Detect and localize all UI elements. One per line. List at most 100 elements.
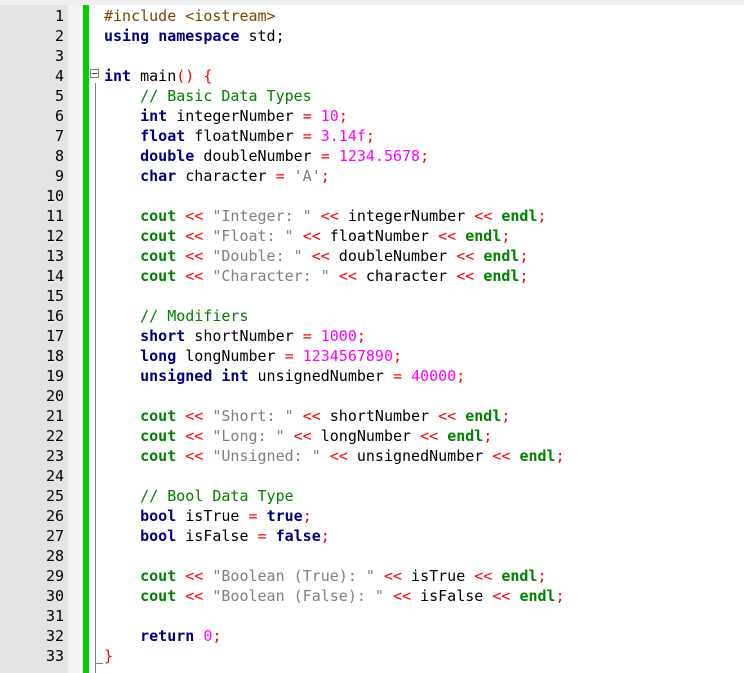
code-token: "Unsigned: " — [212, 447, 321, 465]
code-line[interactable]: 15 — [0, 286, 744, 306]
code-line[interactable]: 19 unsigned int unsignedNumber = 40000; — [0, 366, 744, 386]
line-code[interactable]: cout << "Boolean (True): " << isTrue << … — [104, 566, 546, 586]
line-code[interactable]: } — [104, 646, 113, 666]
code-token: longNumber — [176, 347, 285, 365]
code-token: "Long: " — [212, 427, 285, 445]
line-code[interactable]: #include <iostream> — [104, 6, 276, 26]
code-token: { — [194, 67, 213, 85]
code-line[interactable]: 33} — [0, 646, 744, 666]
line-code[interactable]: char character = 'A'; — [104, 166, 330, 186]
code-line[interactable]: 25 // Bool Data Type — [0, 486, 744, 506]
code-token: std — [239, 27, 276, 45]
code-token: cout — [140, 567, 177, 585]
code-line[interactable]: 30 cout << "Boolean (False): " << isFals… — [0, 586, 744, 606]
code-line[interactable]: 2 using namespace std; — [0, 26, 744, 46]
code-editor[interactable]: 1 #include <iostream> 2 using namespace std… — [0, 0, 744, 673]
code-token: 1234567890 — [302, 347, 393, 365]
line-code[interactable]: return 0; — [104, 626, 221, 646]
code-line[interactable]: 17 short shortNumber = 1000; — [0, 326, 744, 346]
code-line[interactable]: 4 int main() { — [0, 66, 744, 86]
code-line[interactable]: 14 cout << "Character: " << character <<… — [0, 266, 744, 286]
code-line[interactable]: 11 cout << "Integer: " << integerNumber … — [0, 206, 744, 226]
line-code[interactable]: double doubleNumber = 1234.5678; — [104, 146, 429, 166]
code-token: cout — [140, 587, 177, 605]
code-line[interactable]: 12 cout << "Float: " << floatNumber << e… — [0, 226, 744, 246]
line-code[interactable]: bool isFalse = false; — [104, 526, 330, 546]
code-token: main — [131, 67, 177, 85]
code-token: << — [474, 567, 493, 585]
code-token: = — [302, 107, 312, 125]
line-code[interactable]: // Bool Data Type — [104, 486, 294, 506]
code-line[interactable]: 6 int integerNumber = 10; — [0, 106, 744, 126]
line-code[interactable]: cout << "Long: " << longNumber << endl; — [104, 426, 492, 446]
line-code[interactable]: int integerNumber = 10; — [104, 106, 348, 126]
code-token: int — [140, 107, 168, 125]
code-line[interactable]: 26 bool isTrue = true; — [0, 506, 744, 526]
code-line[interactable]: 22 cout << "Long: " << longNumber << end… — [0, 426, 744, 446]
code-token: ; — [320, 527, 330, 545]
line-number: 4 — [54, 67, 64, 85]
code-line[interactable]: 8 double doubleNumber = 1234.5678; — [0, 146, 744, 166]
code-line[interactable]: 28 — [0, 546, 744, 566]
code-line[interactable]: 1 #include <iostream> — [0, 6, 744, 26]
code-token: << — [338, 267, 357, 285]
line-code[interactable]: unsigned int unsignedNumber = 40000; — [104, 366, 465, 386]
code-token: = — [302, 127, 312, 145]
line-code[interactable]: cout << "Float: " << floatNumber << endl… — [104, 226, 510, 246]
code-token: ; — [212, 627, 222, 645]
code-line[interactable]: 10 — [0, 186, 744, 206]
code-token: = — [275, 167, 285, 185]
line-code[interactable]: using namespace std; — [104, 26, 285, 46]
code-token: << — [185, 447, 204, 465]
code-line[interactable]: 7 float floatNumber = 3.14f; — [0, 126, 744, 146]
code-line[interactable]: 24 — [0, 466, 744, 486]
line-code[interactable]: // Basic Data Types — [104, 86, 312, 106]
line-code[interactable]: int main() { — [104, 66, 212, 86]
code-line[interactable]: 29 cout << "Boolean (True): " << isTrue … — [0, 566, 744, 586]
line-code[interactable]: cout << "Character: " << character << en… — [104, 266, 528, 286]
code-line[interactable]: 3 — [0, 46, 744, 66]
line-code[interactable]: // Modifiers — [104, 306, 248, 326]
code-line[interactable]: 18 long longNumber = 1234567890; — [0, 346, 744, 366]
line-code[interactable]: cout << "Double: " << doubleNumber << en… — [104, 246, 528, 266]
line-code[interactable]: cout << "Integer: " << integerNumber << … — [104, 206, 546, 226]
code-token: 'A' — [293, 167, 321, 185]
code-lines[interactable]: 1 #include <iostream> 2 using namespace std… — [0, 6, 744, 666]
code-line[interactable]: 27 bool isFalse = false; — [0, 526, 744, 546]
code-line[interactable]: 16 // Modifiers — [0, 306, 744, 326]
line-code[interactable]: cout << "Short: " << shortNumber << endl… — [104, 406, 510, 426]
line-code[interactable]: cout << "Boolean (False): " << isFalse <… — [104, 586, 564, 606]
line-code[interactable]: float floatNumber = 3.14f; — [104, 126, 375, 146]
line-number: 29 — [45, 567, 64, 585]
code-line[interactable]: 5 // Basic Data Types — [0, 86, 744, 106]
code-token: ; — [519, 267, 529, 285]
line-code[interactable]: short shortNumber = 1000; — [104, 326, 366, 346]
code-line[interactable]: 9 char character = 'A'; — [0, 166, 744, 186]
line-code[interactable]: bool isTrue = true; — [104, 506, 312, 526]
code-line[interactable]: 31 — [0, 606, 744, 626]
code-token: isFalse — [411, 587, 493, 605]
code-line[interactable]: 20 — [0, 386, 744, 406]
line-code[interactable]: cout << "Unsigned: " << unsignedNumber <… — [104, 446, 564, 466]
code-token: << — [185, 427, 204, 445]
code-line[interactable]: 21 cout << "Short: " << shortNumber << e… — [0, 406, 744, 426]
code-token: << — [438, 227, 457, 245]
code-line[interactable]: 13 cout << "Double: " << doubleNumber <<… — [0, 246, 744, 266]
line-code[interactable]: long longNumber = 1234567890; — [104, 346, 402, 366]
code-token: unsignedNumber — [347, 447, 493, 465]
code-line[interactable]: 32 return 0; — [0, 626, 744, 646]
code-line[interactable]: 23 cout << "Unsigned: " << unsignedNumbe… — [0, 446, 744, 466]
code-token: ; — [456, 367, 466, 385]
code-token: "Integer: " — [212, 207, 312, 225]
code-token: cout — [140, 227, 177, 245]
